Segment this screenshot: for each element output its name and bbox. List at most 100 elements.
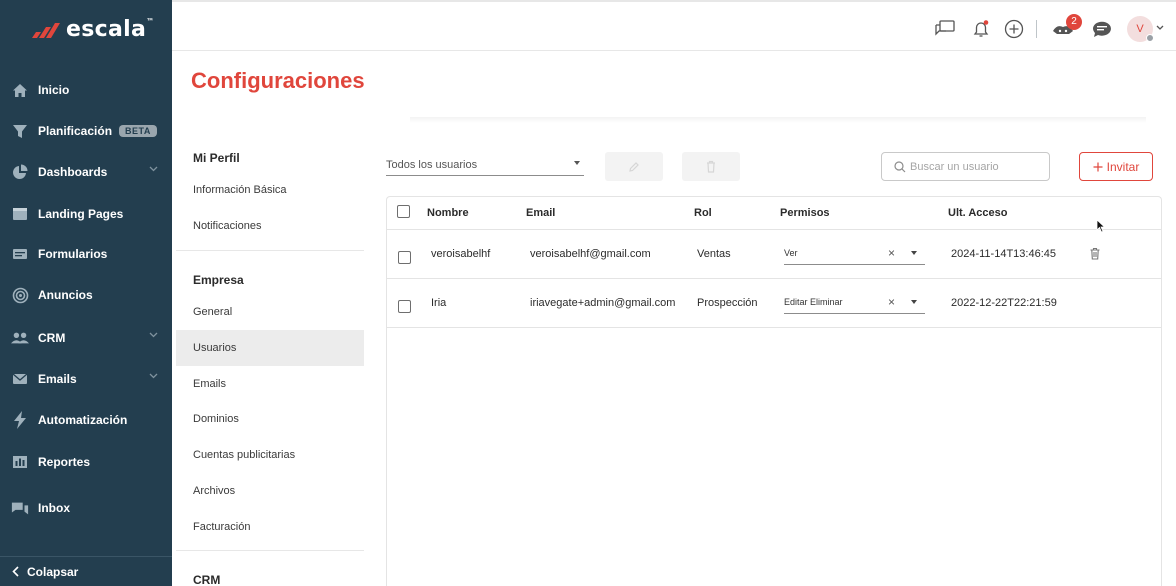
subnav-item-notificaciones[interactable]: Notificaciones [176, 208, 364, 244]
sidebar: escala™ Inicio Planificación BETA Dashbo… [0, 0, 172, 586]
subnav-item-cuentas-publicitarias[interactable]: Cuentas publicitarias [176, 437, 364, 473]
dropdown-caret-icon [911, 300, 917, 304]
column-header-email[interactable]: Email [526, 197, 555, 229]
browser-window-icon [11, 205, 29, 223]
sidebar-item-planificacion[interactable]: Planificación BETA [0, 113, 172, 149]
users-table: Nombre Email Rol Permisos Ult. Acceso ve… [386, 196, 1162, 586]
feedback-icon[interactable] [933, 17, 957, 41]
user-role: Ventas [697, 248, 731, 260]
sidebar-item-automatizacion[interactable]: Automatización [0, 402, 172, 438]
sidebar-item-emails[interactable]: Emails [0, 361, 172, 397]
trash-icon[interactable] [1089, 247, 1101, 260]
user-name: Iria [431, 297, 447, 309]
user-email: veroisabelhf@gmail.com [530, 248, 651, 260]
user-name: veroisabelhf [431, 248, 491, 260]
row-checkbox[interactable] [398, 251, 411, 264]
search-user-input[interactable] [910, 160, 1040, 173]
delete-users-button[interactable] [682, 152, 740, 181]
permissions-select[interactable]: Ver × [784, 244, 925, 265]
user-last-access: 2022-12-22T22:21:59 [951, 297, 1057, 309]
brand-name: escala™ [66, 16, 155, 42]
permission-tags: Ver [784, 248, 798, 258]
header-divider [410, 117, 1146, 123]
clear-icon[interactable]: × [888, 295, 895, 309]
row-checkbox[interactable] [398, 300, 411, 313]
collapse-label: Colapsar [27, 564, 79, 579]
subnav-item-usuarios[interactable]: Usuarios [176, 330, 364, 366]
sidebar-item-anuncios[interactable]: Anuncios [0, 277, 172, 313]
sidebar-item-reportes[interactable]: Reportes [0, 444, 172, 480]
user-avatar[interactable]: V [1127, 16, 1154, 42]
chevron-down-icon[interactable] [1156, 25, 1164, 30]
permissions-select[interactable]: Editar Eliminar × [784, 293, 925, 314]
lightning-icon [11, 411, 29, 429]
bar-chart-icon [11, 453, 29, 471]
sidebar-item-inbox[interactable]: Inbox [0, 490, 172, 526]
clear-icon[interactable]: × [888, 246, 895, 260]
avatar-initial: V [1136, 23, 1144, 35]
column-header-permisos[interactable]: Permisos [780, 197, 830, 229]
pie-chart-icon [11, 163, 29, 181]
chevron-down-icon [149, 332, 158, 338]
table-row[interactable]: veroisabelhf veroisabelhf@gmail.com Vent… [387, 230, 1161, 279]
sidebar-item-crm[interactable]: CRM [0, 320, 172, 356]
sidebar-item-label: CRM [38, 331, 66, 345]
table-header-row: Nombre Email Rol Permisos Ult. Acceso [387, 197, 1161, 230]
sidebar-item-dashboards[interactable]: Dashboards [0, 154, 172, 190]
search-user-field[interactable] [881, 152, 1050, 181]
sidebar-item-formularios[interactable]: Formularios [0, 236, 172, 272]
sidebar-item-label: Formularios [38, 247, 108, 261]
notification-count-badge: 2 [1066, 14, 1082, 30]
form-icon [11, 245, 29, 263]
users-icon [11, 329, 29, 347]
trash-icon [707, 160, 715, 173]
sidebar-item-label: Landing Pages [38, 207, 124, 221]
beta-badge: BETA [119, 125, 157, 137]
column-header-nombre[interactable]: Nombre [427, 197, 469, 229]
sidebar-item-label: Emails [38, 372, 77, 386]
subnav-item-facturacion[interactable]: Facturación [176, 509, 364, 545]
subnav-item-emails[interactable]: Emails [176, 366, 364, 402]
mouse-cursor-icon [1096, 219, 1106, 233]
select-all-checkbox[interactable] [397, 205, 410, 218]
funnel-icon [11, 122, 29, 140]
pencil-icon [629, 161, 639, 172]
subnav-item-dominios[interactable]: Dominios [176, 401, 364, 437]
notification-bell-icon[interactable] [969, 17, 993, 41]
collapse-sidebar-button[interactable]: Colapsar [0, 556, 172, 586]
column-header-rol[interactable]: Rol [694, 197, 712, 229]
add-circle-icon[interactable] [1002, 17, 1026, 41]
sidebar-item-label: Reportes [38, 455, 91, 469]
envelope-icon [11, 370, 29, 388]
presence-status-dot [1146, 34, 1154, 42]
user-filter-select[interactable]: Todos los usuarios [386, 153, 584, 176]
user-last-access: 2024-11-14T13:46:45 [951, 248, 1056, 260]
table-row[interactable]: Iria iriavegate+admin@gmail.com Prospecc… [387, 279, 1161, 328]
column-header-ult-acceso[interactable]: Ult. Acceso [948, 197, 1008, 229]
subnav-item-informacion-basica[interactable]: Información Básica [176, 172, 364, 208]
sidebar-item-label: Dashboards [38, 165, 108, 179]
sidebar-item-label: Planificación [38, 124, 113, 138]
escala-logo-mark-icon [32, 23, 60, 38]
sidebar-item-label: Inicio [38, 83, 70, 97]
user-role: Prospección [697, 297, 758, 309]
edit-users-button[interactable] [605, 152, 663, 181]
plus-icon [1093, 162, 1103, 171]
sidebar-item-inicio[interactable]: Inicio [0, 72, 172, 108]
chevron-left-icon [12, 566, 19, 577]
home-icon [11, 81, 29, 99]
support-chat-icon[interactable] [1090, 17, 1114, 41]
subnav-item-general[interactable]: General [176, 294, 364, 330]
subnav-item-archivos[interactable]: Archivos [176, 473, 364, 509]
invite-user-button[interactable]: Invitar [1079, 152, 1153, 181]
sidebar-item-label: Inbox [38, 501, 70, 515]
target-icon [11, 286, 29, 304]
sidebar-item-landing-pages[interactable]: Landing Pages [0, 196, 172, 232]
search-icon [894, 160, 906, 172]
escala-logo[interactable]: escala™ [30, 16, 154, 42]
subnav-section-crm: CRM [193, 573, 221, 586]
page-title: Configuraciones [191, 68, 365, 93]
permission-tags: Editar Eliminar [784, 297, 843, 307]
chat-bubbles-icon [11, 499, 29, 517]
sidebar-item-label: Anuncios [38, 288, 93, 302]
